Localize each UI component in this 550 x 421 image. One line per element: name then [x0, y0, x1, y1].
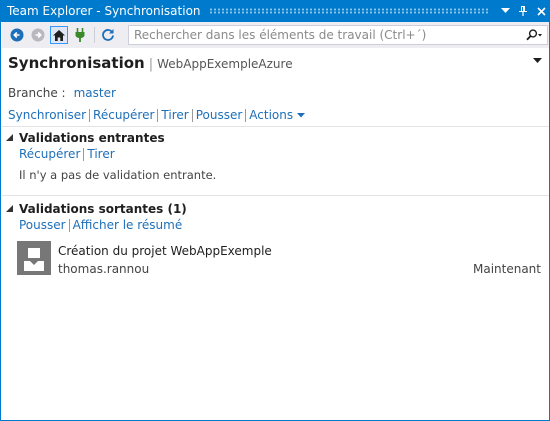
actions-menu-link[interactable]: Actions: [249, 108, 293, 122]
home-icon[interactable]: [50, 26, 68, 44]
outgoing-links: Pousser Afficher le résumé: [19, 217, 182, 233]
commit-author: thomas.rannou: [58, 262, 150, 276]
incoming-section-header[interactable]: Validations entrantes: [6, 130, 165, 146]
pin-icon[interactable]: [515, 3, 531, 19]
refresh-icon[interactable]: [99, 26, 117, 44]
plug-icon[interactable]: [71, 26, 89, 44]
divider: [2, 195, 549, 196]
push-link[interactable]: Pousser: [196, 108, 243, 122]
incoming-links: Récupérer Tirer: [19, 146, 115, 162]
branch-label: Branche :: [8, 86, 66, 100]
actions-bar: Synchroniser Récupérer Tirer Pousser Act…: [8, 107, 306, 123]
forward-arrow-icon[interactable]: [29, 26, 47, 44]
back-arrow-icon[interactable]: [8, 26, 26, 44]
dropdown-icon[interactable]: [497, 3, 513, 19]
sync-link[interactable]: Synchroniser: [8, 108, 86, 122]
page-header: Synchronisation | WebAppExempleAzure: [8, 54, 544, 74]
team-explorer-window: Team Explorer - Synchronisation Recherch…: [0, 0, 550, 421]
incoming-section-title: Validations entrantes: [19, 131, 165, 145]
incoming-empty-message: Il n'y a pas de validation entrante.: [19, 168, 217, 182]
link-separator: [191, 108, 193, 122]
outgoing-section-header[interactable]: Validations sortantes (1): [6, 201, 187, 217]
search-icon[interactable]: [521, 26, 547, 44]
actions-chevron-down-icon[interactable]: [297, 111, 306, 120]
title-grip[interactable]: [208, 8, 489, 14]
link-separator: [245, 108, 247, 122]
link-separator: [157, 108, 159, 122]
close-icon[interactable]: [533, 3, 549, 19]
branch-row: Branche : master: [8, 86, 116, 100]
branch-link[interactable]: master: [74, 86, 116, 100]
incoming-fetch-link[interactable]: Récupérer: [19, 147, 80, 161]
toolbar: [2, 22, 549, 48]
user-placeholder-icon: [24, 248, 44, 271]
title-bar: Team Explorer - Synchronisation: [1, 0, 549, 22]
push-link[interactable]: Pousser: [19, 218, 66, 232]
link-separator: [89, 108, 91, 122]
avatar: [17, 241, 51, 275]
link-separator: [83, 147, 85, 161]
search-box[interactable]: [128, 25, 548, 45]
link-separator: [68, 218, 70, 232]
toolbar-separator: [94, 27, 95, 43]
commit-message[interactable]: Création du projet WebAppExemple: [58, 244, 272, 258]
incoming-pull-link[interactable]: Tirer: [87, 147, 114, 161]
page-title: Synchronisation: [8, 54, 145, 72]
search-input[interactable]: [129, 28, 521, 42]
header-dropdown-icon[interactable]: [533, 56, 542, 66]
title-separator: |: [148, 57, 154, 72]
collapse-triangle-icon[interactable]: [6, 133, 13, 143]
commit-item[interactable]: Création du projet WebAppExemple thomas.…: [17, 241, 543, 277]
fetch-link[interactable]: Récupérer: [93, 108, 154, 122]
divider: [2, 126, 549, 127]
repository-name: WebAppExempleAzure: [157, 57, 293, 71]
window-title: Team Explorer - Synchronisation: [7, 4, 201, 18]
view-summary-link[interactable]: Afficher le résumé: [73, 218, 183, 232]
collapse-triangle-icon[interactable]: [6, 204, 13, 214]
commit-time: Maintenant: [472, 262, 541, 276]
outgoing-section-title: Validations sortantes (1): [19, 202, 187, 216]
pull-link[interactable]: Tirer: [161, 108, 188, 122]
